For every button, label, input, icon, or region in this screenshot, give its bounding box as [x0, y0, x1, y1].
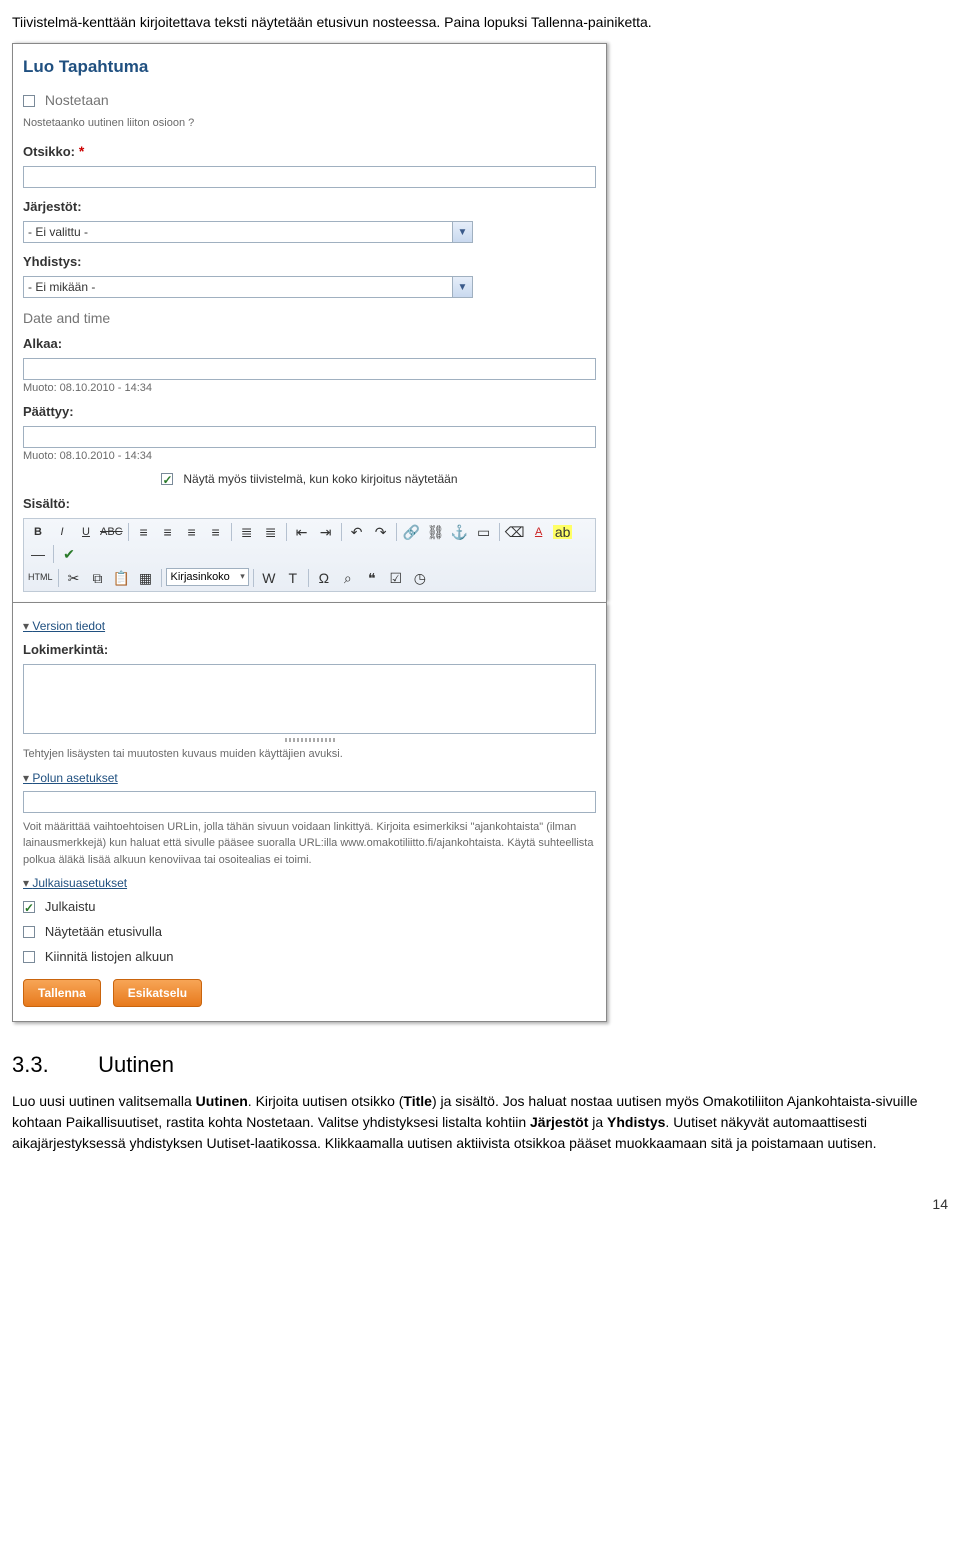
image-button[interactable]: ▭ — [473, 522, 495, 542]
create-event-panel-bottom: Version tiedot Lokimerkintä: Tehtyjen li… — [12, 602, 607, 1022]
loki-hint: Tehtyjen lisäysten tai muutosten kuvaus … — [23, 746, 596, 763]
tiivistelma-chk-label: Näytä myös tiivistelmä, kun koko kirjoit… — [183, 472, 457, 486]
etusivu-checkbox[interactable] — [23, 926, 35, 938]
alkaa-input[interactable] — [23, 358, 596, 380]
version-toggle[interactable]: Version tiedot — [23, 617, 596, 635]
datetime-heading: Date and time — [23, 308, 596, 329]
table-button[interactable]: ▦ — [135, 568, 157, 588]
ul-button[interactable]: ≣ — [236, 522, 258, 542]
julkaistu-checkbox[interactable] — [23, 901, 35, 913]
paattyy-muoto: Muoto: 08.10.2010 - 14:34 — [23, 448, 596, 465]
fontsize-select[interactable]: Kirjasinkoko — [166, 568, 249, 586]
align-center-button[interactable]: ≡ — [157, 522, 179, 542]
indent-button[interactable]: ⇥ — [315, 522, 337, 542]
yhdistys-value: - Ei mikään - — [28, 278, 95, 296]
clear-format-button[interactable]: ⌫ — [504, 522, 526, 542]
sisalto-label: Sisältö: — [23, 496, 70, 511]
link-button[interactable]: 🔗 — [401, 522, 423, 542]
nostetaan-hint: Nostetaanko uutinen liiton osioon ? — [23, 115, 596, 132]
chevron-down-icon: ▼ — [452, 277, 472, 297]
paattyy-input[interactable] — [23, 426, 596, 448]
find-button[interactable]: ⌕ — [337, 568, 359, 588]
tiivistelma-checkbox[interactable] — [161, 473, 173, 485]
julkaistu-label: Julkaistu — [45, 899, 96, 914]
jarjestot-select[interactable]: - Ei valittu - ▼ — [23, 221, 473, 243]
highlight-button[interactable]: ab — [552, 522, 574, 542]
chevron-down-icon: ▼ — [452, 222, 472, 242]
paattyy-label: Päättyy: — [23, 404, 74, 419]
section-heading: 3.3. Uutinen — [12, 1048, 948, 1081]
julkaisu-toggle[interactable]: Julkaisuasetukset — [23, 874, 596, 892]
resize-grip-icon[interactable] — [285, 738, 335, 742]
loki-textarea[interactable] — [23, 664, 596, 734]
time-button[interactable]: ◷ — [409, 568, 431, 588]
polku-hint: Voit määrittää vaihtoehtoisen URLin, jol… — [23, 819, 596, 869]
yhdistys-select[interactable]: - Ei mikään - ▼ — [23, 276, 473, 298]
bold-button[interactable]: B — [27, 522, 49, 542]
strike-button[interactable]: ABC — [99, 522, 124, 542]
fontcolor-button[interactable]: A — [528, 522, 550, 542]
nostetaan-checkbox[interactable] — [23, 95, 35, 107]
undo-button[interactable]: ↶ — [346, 522, 368, 542]
spellcheck-button[interactable]: ✔ — [58, 544, 80, 564]
jarjestot-value: - Ei valittu - — [28, 223, 88, 241]
intro-text: Tiivistelmä-kenttään kirjoitettava tekst… — [12, 12, 948, 33]
etusivu-label: Näytetään etusivulla — [45, 924, 162, 939]
unlink-button[interactable]: ⛓ — [425, 522, 447, 542]
quote-button[interactable]: ❝ — [361, 568, 383, 588]
section-body: Luo uusi uutinen valitsemalla Uutinen. K… — [12, 1091, 948, 1154]
loki-label: Lokimerkintä: — [23, 642, 108, 657]
section-number: 3.3. — [12, 1048, 92, 1081]
alkaa-muoto: Muoto: 08.10.2010 - 14:34 — [23, 380, 596, 397]
kiinnita-checkbox[interactable] — [23, 951, 35, 963]
align-left-button[interactable]: ≡ — [133, 522, 155, 542]
panel-title: Luo Tapahtuma — [23, 54, 596, 80]
save-button[interactable]: Tallenna — [23, 979, 101, 1007]
polku-toggle[interactable]: Polun asetukset — [23, 769, 596, 787]
otsikko-input[interactable] — [23, 166, 596, 188]
polku-input[interactable] — [23, 791, 596, 813]
italic-button[interactable]: I — [51, 522, 73, 542]
html-button[interactable]: HTML — [27, 568, 54, 588]
editor-toolbar: B I U ABC ≡ ≡ ≡ ≡ ≣ ≣ ⇤ ⇥ ↶ ↷ 🔗 ⛓ ⚓ ▭ ⌫ … — [23, 518, 596, 592]
kiinnita-label: Kiinnitä listojen alkuun — [45, 949, 174, 964]
yhdistys-label: Yhdistys: — [23, 254, 82, 269]
outdent-button[interactable]: ⇤ — [291, 522, 313, 542]
page-number: 14 — [12, 1194, 948, 1215]
nostetaan-label: Nostetaan — [45, 92, 109, 108]
create-event-panel-top: Luo Tapahtuma Nostetaan Nostetaanko uuti… — [12, 43, 607, 602]
jarjestot-label: Järjestöt: — [23, 199, 82, 214]
align-justify-button[interactable]: ≡ — [205, 522, 227, 542]
paste-plain-button[interactable]: T — [282, 568, 304, 588]
cut-button[interactable]: ✂ — [63, 568, 85, 588]
ol-button[interactable]: ≣ — [260, 522, 282, 542]
align-right-button[interactable]: ≡ — [181, 522, 203, 542]
section-title: Uutinen — [98, 1052, 174, 1077]
redo-button[interactable]: ↷ — [370, 522, 392, 542]
required-marker: * — [79, 143, 84, 159]
checkbox-button[interactable]: ☑ — [385, 568, 407, 588]
special-char-button[interactable]: Ω — [313, 568, 335, 588]
copy-button[interactable]: ⧉ — [87, 568, 109, 588]
paste-word-button[interactable]: W — [258, 568, 280, 588]
preview-button[interactable]: Esikatselu — [113, 979, 202, 1007]
paste-button[interactable]: 📋 — [111, 568, 133, 588]
otsikko-label: Otsikko: — [23, 144, 75, 159]
hr-button[interactable]: — — [27, 544, 49, 564]
alkaa-label: Alkaa: — [23, 336, 62, 351]
anchor-button[interactable]: ⚓ — [449, 522, 471, 542]
underline-button[interactable]: U — [75, 522, 97, 542]
